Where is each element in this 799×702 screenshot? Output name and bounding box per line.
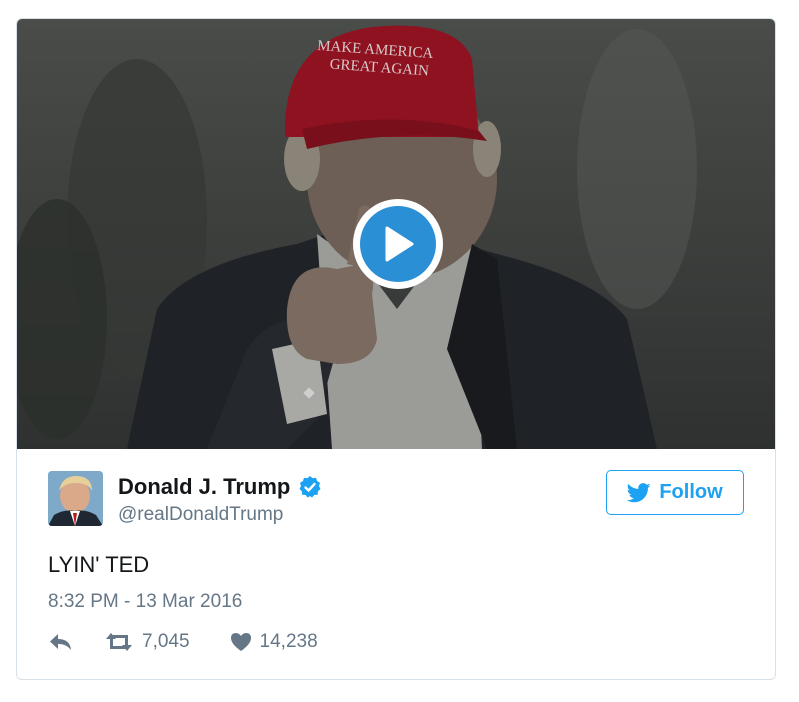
author-display-name[interactable]: Donald J. Trump: [118, 474, 290, 500]
embedded-tweet-card: MAKE AMERICA GREAT AGAIN Donald J. Trump…: [16, 18, 776, 680]
follow-button[interactable]: Follow: [606, 470, 744, 515]
like-button[interactable]: 14,238: [230, 631, 318, 653]
retweet-button[interactable]: 7,045: [104, 631, 190, 653]
retweet-icon: [106, 633, 132, 651]
avatar[interactable]: [48, 471, 103, 526]
avatar-image: [48, 471, 103, 526]
play-icon: [360, 206, 436, 282]
author-handle[interactable]: @realDonaldTrump: [118, 504, 283, 526]
reply-icon: [50, 634, 71, 650]
retweet-count: 7,045: [142, 631, 190, 652]
author-name-row[interactable]: Donald J. Trump: [118, 474, 322, 500]
follow-button-label: Follow: [659, 481, 723, 503]
tweet-timestamp[interactable]: 8:32 PM - 13 Mar 2016: [48, 591, 242, 613]
reply-button[interactable]: [48, 632, 74, 652]
like-count: 14,238: [259, 631, 318, 652]
tweet-actions: 7,045 14,238: [48, 631, 318, 653]
verified-badge-icon: [298, 475, 322, 499]
heart-icon: [230, 633, 251, 651]
twitter-bird-icon: [627, 482, 651, 502]
play-button[interactable]: [353, 199, 443, 289]
tweet-text: LYIN' TED: [48, 552, 150, 577]
video-thumbnail[interactable]: MAKE AMERICA GREAT AGAIN: [17, 19, 775, 449]
